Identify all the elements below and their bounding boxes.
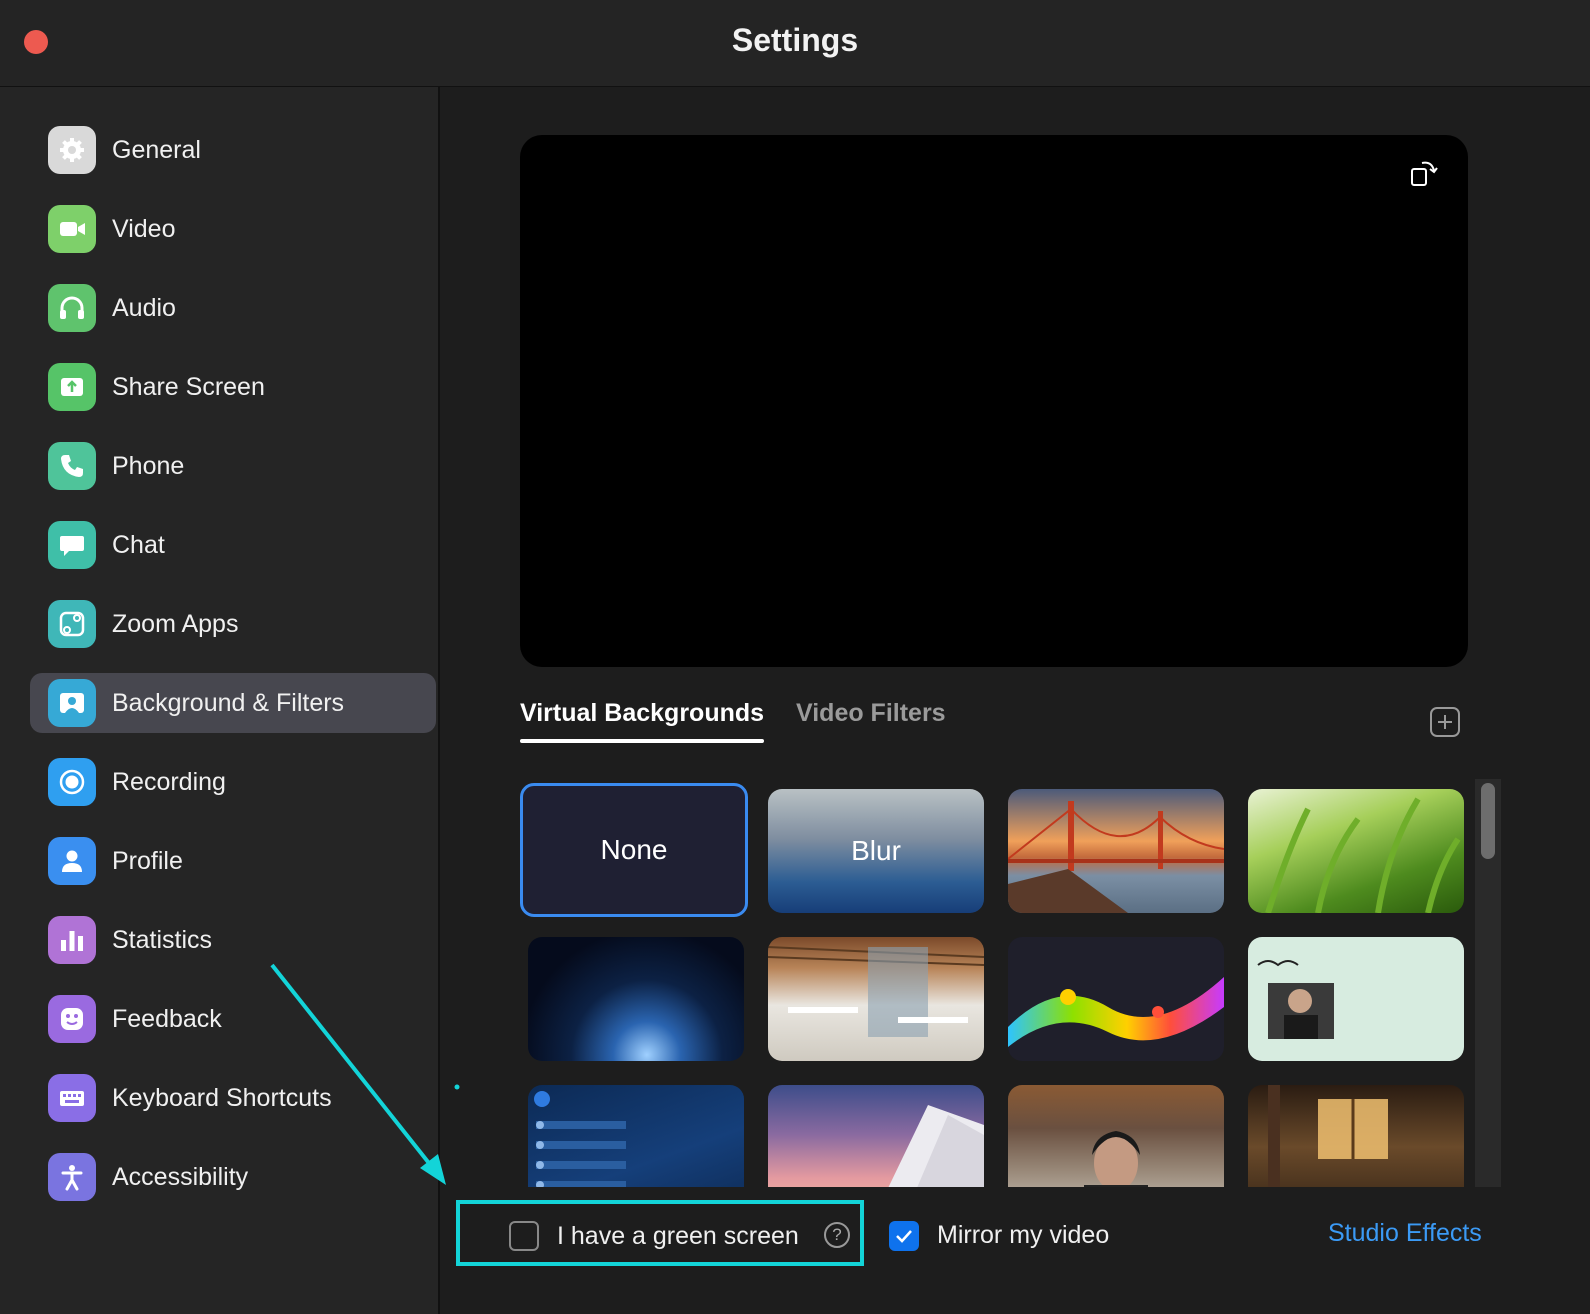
active-tab-indicator bbox=[520, 739, 764, 743]
sidebar-item-profile[interactable]: Profile bbox=[30, 831, 436, 891]
sidebar-item-label: Phone bbox=[112, 451, 185, 480]
tab-virtual-backgrounds[interactable]: Virtual Backgrounds bbox=[520, 699, 764, 728]
sidebar-item-label: Background & Filters bbox=[112, 688, 345, 717]
sidebar-item-keyboard-shortcuts[interactable]: Keyboard Shortcuts bbox=[30, 1068, 436, 1128]
sidebar-item-label: Audio bbox=[112, 293, 176, 322]
background-person-icon bbox=[48, 679, 96, 727]
sidebar-item-general[interactable]: General bbox=[30, 120, 436, 180]
sidebar-item-label: Chat bbox=[112, 530, 165, 559]
sidebar-item-background-filters[interactable]: Background & Filters bbox=[30, 673, 436, 733]
rotate-camera-icon[interactable] bbox=[1408, 157, 1442, 191]
mirror-video-label[interactable]: Mirror my video bbox=[937, 1221, 1109, 1250]
sidebar-item-zoom-apps[interactable]: Zoom Apps bbox=[30, 594, 436, 654]
add-background-button[interactable] bbox=[1430, 707, 1460, 737]
sidebar-item-chat[interactable]: Chat bbox=[30, 515, 436, 575]
share-screen-icon bbox=[48, 363, 96, 411]
sidebar-item-feedback[interactable]: Feedback bbox=[30, 989, 436, 1049]
window-title: Settings bbox=[731, 22, 859, 58]
sidebar-item-video[interactable]: Video bbox=[30, 199, 436, 259]
background-blur[interactable]: Blur bbox=[768, 789, 984, 913]
sidebar-item-label: Share Screen bbox=[112, 372, 265, 401]
smiley-icon bbox=[48, 995, 96, 1043]
background-arman-profile[interactable] bbox=[1248, 937, 1464, 1061]
mirror-video-checkbox[interactable] bbox=[889, 1221, 919, 1251]
keyboard-icon bbox=[48, 1074, 96, 1122]
sidebar-item-label: Video bbox=[112, 214, 176, 243]
background-none[interactable]: None bbox=[520, 783, 748, 917]
sidebar-item-label: General bbox=[112, 135, 201, 164]
sidebar-item-share-screen[interactable]: Share Screen bbox=[30, 357, 436, 417]
checkmark-icon bbox=[896, 1230, 912, 1243]
sidebar-item-phone[interactable]: Phone bbox=[30, 436, 436, 496]
headphones-icon bbox=[48, 284, 96, 332]
video-preview bbox=[520, 135, 1468, 667]
sidebar-item-label: Feedback bbox=[112, 1004, 222, 1033]
sidebar-item-label: Recording bbox=[112, 767, 226, 796]
help-icon[interactable]: ? bbox=[824, 1222, 850, 1248]
green-screen-checkbox[interactable] bbox=[509, 1221, 539, 1251]
sidebar: General Video Audio Share Screen Phone C… bbox=[0, 87, 440, 1314]
background-modern-office[interactable] bbox=[768, 937, 984, 1061]
sidebar-item-accessibility[interactable]: Accessibility bbox=[30, 1147, 436, 1207]
scrollbar-thumb[interactable] bbox=[1481, 783, 1495, 859]
background-earth-from-space[interactable] bbox=[528, 937, 744, 1061]
video-camera-icon bbox=[48, 205, 96, 253]
background-blur-label: Blur bbox=[851, 835, 901, 866]
sidebar-item-recording[interactable]: Recording bbox=[30, 752, 436, 812]
sidebar-item-label: Zoom Apps bbox=[112, 609, 239, 638]
bar-chart-icon bbox=[48, 916, 96, 964]
background-golden-gate-bridge[interactable] bbox=[1008, 789, 1224, 913]
options-bar: I have a green screen ? Mirror my video … bbox=[440, 1100, 1590, 1314]
phone-icon bbox=[48, 442, 96, 490]
tab-video-filters[interactable]: Video Filters bbox=[796, 699, 946, 728]
background-diversity-equity-inclusion[interactable] bbox=[1008, 937, 1224, 1061]
zoom-apps-icon bbox=[48, 600, 96, 648]
gear-icon bbox=[48, 126, 96, 174]
title-bar: Settings bbox=[0, 0, 1590, 87]
sidebar-item-statistics[interactable]: Statistics bbox=[30, 910, 436, 970]
sidebar-item-label: Accessibility bbox=[112, 1162, 249, 1191]
chat-bubble-icon bbox=[48, 521, 96, 569]
sidebar-item-label: Statistics bbox=[112, 925, 213, 954]
sidebar-item-label: Keyboard Shortcuts bbox=[112, 1083, 332, 1112]
green-screen-label[interactable]: I have a green screen bbox=[557, 1222, 799, 1251]
accessibility-icon bbox=[48, 1153, 96, 1201]
profile-icon bbox=[48, 837, 96, 885]
sidebar-item-audio[interactable]: Audio bbox=[30, 278, 436, 338]
background-none-label: None bbox=[600, 834, 668, 865]
background-green-grass[interactable] bbox=[1248, 789, 1464, 913]
studio-effects-link[interactable]: Studio Effects bbox=[1328, 1219, 1482, 1248]
record-icon bbox=[48, 758, 96, 806]
sidebar-item-label: Profile bbox=[112, 846, 183, 875]
